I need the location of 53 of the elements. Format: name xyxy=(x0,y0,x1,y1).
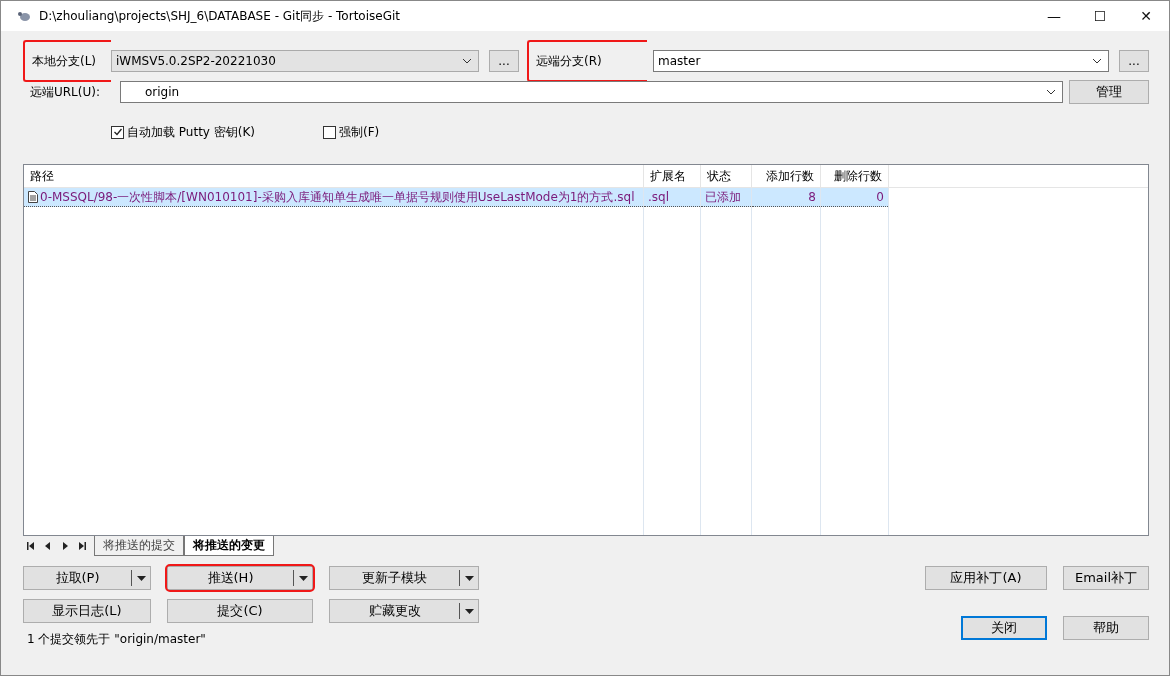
status-text: 1 个提交领先于 "origin/master" xyxy=(26,631,207,648)
previous-icon[interactable] xyxy=(44,542,52,550)
split-button[interactable]: 贮藏更改 xyxy=(329,599,479,623)
field-label: 本地分支(L) xyxy=(32,52,97,70)
column-header[interactable]: 删除行数 xyxy=(820,165,889,188)
button[interactable]: 关闭 xyxy=(961,616,1047,640)
button[interactable]: 显示日志(L) xyxy=(23,599,151,623)
tab[interactable]: 将推送的提交 xyxy=(94,536,184,556)
table-cell: 已添加 xyxy=(705,189,741,204)
dropdown-caret-icon xyxy=(462,58,472,64)
checkbox-label[interactable]: 强制(F) xyxy=(339,123,380,141)
minimize-button[interactable]: — xyxy=(1031,1,1077,31)
field-label: 远端分支(R) xyxy=(536,52,602,70)
column-header[interactable]: 添加行数 xyxy=(751,165,821,188)
maximize-button[interactable]: ☐ xyxy=(1077,1,1123,31)
button[interactable]: 应用补丁(A) xyxy=(925,566,1047,590)
button[interactable]: 帮助 xyxy=(1063,616,1149,640)
button[interactable]: 提交(C) xyxy=(167,599,313,623)
column-header[interactable]: 扩展名 xyxy=(643,165,701,188)
last-icon[interactable] xyxy=(78,542,86,550)
column-header[interactable]: 路径 xyxy=(24,165,644,188)
dropdown-arrow-icon[interactable] xyxy=(298,575,308,581)
first-icon[interactable] xyxy=(27,542,35,550)
close-button[interactable]: ✕ xyxy=(1123,1,1169,31)
split-button[interactable]: 推送(H) xyxy=(167,566,313,590)
document-icon xyxy=(28,190,38,203)
branch-dropdown[interactable]: iWMSV5.0.2SP2-20221030 xyxy=(111,50,479,72)
split-button[interactable]: 更新子模块 xyxy=(329,566,479,590)
browse-button[interactable]: ... xyxy=(1119,50,1149,72)
dropdown-arrow-icon[interactable] xyxy=(464,608,474,614)
next-icon[interactable] xyxy=(61,542,69,550)
table-cell: 0 xyxy=(876,190,884,204)
column-header[interactable]: 状态 xyxy=(700,165,752,188)
turtle-icon xyxy=(18,10,32,22)
table-cell: 8 xyxy=(808,190,816,204)
button[interactable]: Email补丁 xyxy=(1063,566,1149,590)
manage-button[interactable]: 管理 xyxy=(1069,80,1149,104)
checkbox-label[interactable]: 自动加载 Putty 密钥(K) xyxy=(127,123,255,141)
split-button[interactable]: 拉取(P) xyxy=(23,566,151,590)
window-title: D:\zhouliang\projects\SHJ_6\DATABASE - Git同步 - TortoiseGit xyxy=(39,7,401,25)
checkbox[interactable] xyxy=(323,125,336,139)
dropdown-caret-icon xyxy=(1092,58,1102,64)
branch-dropdown[interactable]: master xyxy=(653,50,1109,72)
dropdown-caret-icon xyxy=(1046,89,1056,95)
tab[interactable]: 将推送的变更 xyxy=(184,536,274,556)
table-cell: .sql xyxy=(648,190,670,204)
table-cell: 0-MSSQL/98-一次性脚本/[WN010101]-采购入库通知单生成唯一单据号规则使用UseLastMode为1的方式.sql xyxy=(40,189,635,204)
url-dropdown[interactable]: origin xyxy=(120,81,1063,103)
dropdown-arrow-icon[interactable] xyxy=(464,575,474,581)
browse-button[interactable]: ... xyxy=(489,50,519,72)
dropdown-arrow-icon[interactable] xyxy=(136,575,146,581)
field-label: 远端URL(U): xyxy=(29,83,101,101)
checkbox[interactable] xyxy=(111,125,124,139)
